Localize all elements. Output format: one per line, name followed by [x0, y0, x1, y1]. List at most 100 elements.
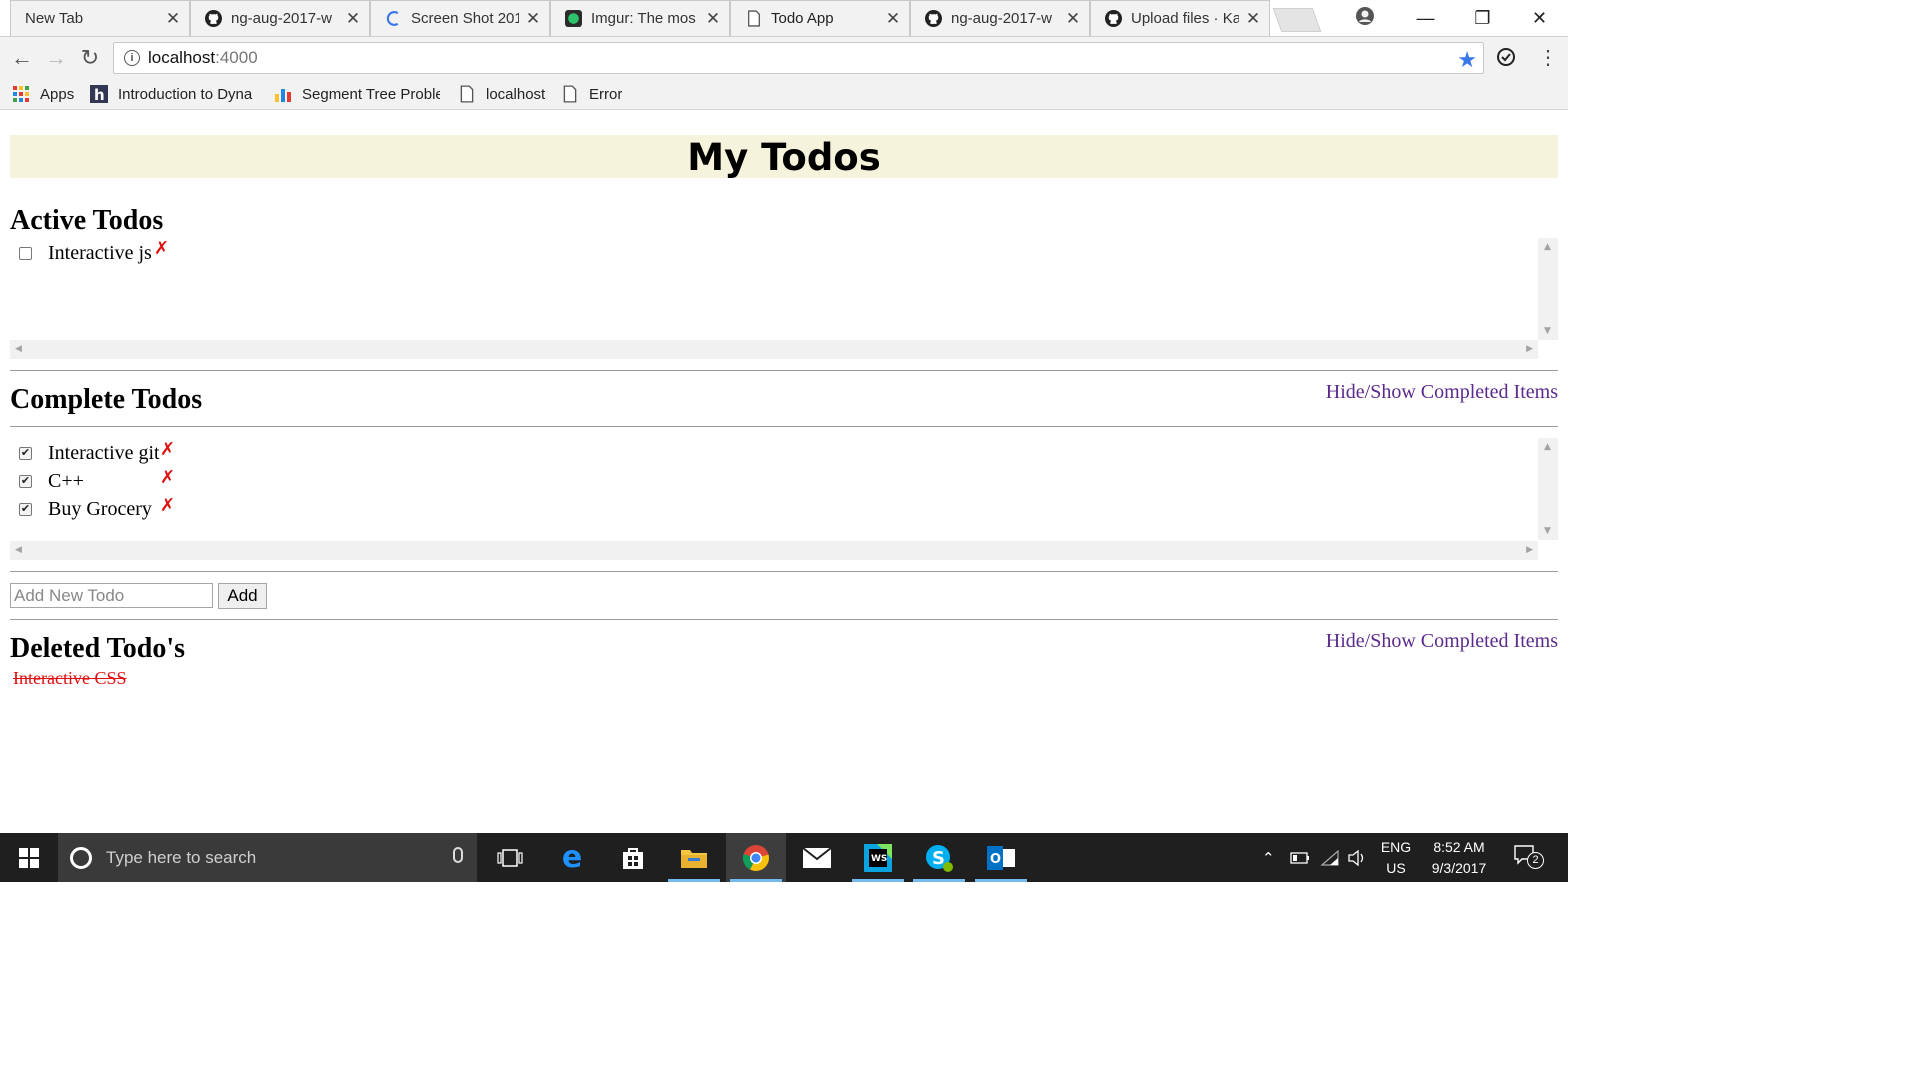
hide-show-deleted-link[interactable]: Hide/Show Completed Items [1326, 630, 1558, 653]
notification-icon[interactable]: 2 [1514, 845, 1544, 869]
windows-logo-icon [19, 847, 39, 868]
start-button[interactable] [0, 833, 58, 882]
back-arrow-icon[interactable]: ← [8, 44, 36, 72]
delete-todo-icon[interactable]: ✗ [160, 467, 175, 488]
active-todos-heading: Active Todos [10, 205, 164, 236]
taskbar-search[interactable]: Type here to search [58, 833, 477, 882]
address-bar[interactable]: i localhost:4000 ★ [113, 42, 1484, 74]
chrome-icon[interactable] [726, 833, 786, 882]
reload-icon[interactable]: ↻ [76, 44, 104, 72]
volume-icon[interactable] [1348, 833, 1368, 882]
input-language[interactable]: ENG US [1378, 837, 1414, 879]
new-tab-button[interactable] [1272, 8, 1322, 32]
todo-checkbox[interactable]: ✔ [19, 502, 32, 516]
close-tab-icon[interactable]: ✕ [1065, 9, 1081, 29]
bookmark-star-icon[interactable]: ★ [1457, 47, 1477, 73]
edge-icon[interactable]: e [542, 833, 602, 882]
list-item: Interactive js [10, 240, 152, 266]
close-tab-icon[interactable]: ✕ [885, 9, 901, 29]
github-icon [1105, 10, 1122, 27]
forward-arrow-icon[interactable]: → [42, 44, 70, 72]
scroll-down-icon[interactable]: ▼ [1544, 526, 1551, 536]
hide-show-completed-link[interactable]: Hide/Show Completed Items [1326, 381, 1558, 404]
minimize-icon[interactable]: — [1397, 8, 1454, 29]
bookmark-segment-tree[interactable]: Segment Tree Proble [274, 82, 440, 106]
svg-text:S: S [932, 848, 945, 869]
scroll-right-icon[interactable]: ▶ [1526, 545, 1533, 555]
active-todos-list[interactable]: Interactive js ✗ ▲ ▼ ◀ ▶ [10, 238, 1558, 360]
windows-taskbar: Type here to search e WS S O ⌃ ENG US 8: [0, 833, 1568, 882]
close-window-icon[interactable]: ✕ [1511, 8, 1568, 29]
store-icon[interactable] [603, 833, 663, 882]
clock-date: 9/3/2017 [1431, 860, 1487, 876]
vertical-scrollbar[interactable]: ▲ ▼ [1538, 438, 1558, 540]
wifi-icon[interactable] [1320, 833, 1340, 882]
microphone-icon[interactable] [453, 847, 463, 863]
bookmark-apps[interactable]: Apps [12, 82, 74, 106]
extension-icon[interactable] [1496, 47, 1516, 67]
todo-checkbox[interactable]: ✔ [19, 474, 32, 488]
skype-icon[interactable]: S [909, 833, 969, 882]
clock-time: 8:52 AM [1433, 839, 1485, 855]
close-tab-icon[interactable]: ✕ [345, 9, 361, 29]
svg-text:WS: WS [871, 854, 887, 864]
tab-github-ng-aug-2[interactable]: ng-aug-2017-w ✕ [910, 0, 1090, 36]
complete-todos-list[interactable]: ✔ Interactive git ✗ ✔ C++ ✗ ✔ Buy Grocer… [10, 438, 1558, 560]
todo-label: Interactive js [48, 241, 152, 264]
new-todo-input[interactable] [10, 583, 213, 608]
scroll-right-icon[interactable]: ▶ [1526, 344, 1533, 354]
show-hidden-icons[interactable]: ⌃ [1262, 833, 1275, 882]
taskbar-clock[interactable]: 8:52 AM 9/3/2017 [1418, 837, 1500, 879]
restore-icon[interactable]: ❐ [1454, 8, 1511, 29]
bookmark-localhost[interactable]: localhost [458, 82, 545, 106]
tab-todo-app[interactable]: Todo App ✕ [730, 0, 910, 36]
close-tab-icon[interactable]: ✕ [165, 9, 181, 29]
bookmark-introduction-to-dyna[interactable]: h Introduction to Dyna [90, 82, 256, 106]
loading-icon [385, 10, 402, 27]
add-todo-button[interactable]: Add [218, 583, 267, 609]
tab-github-ng-aug[interactable]: ng-aug-2017-w ✕ [190, 0, 370, 36]
lang-bottom: US [1386, 860, 1406, 876]
close-tab-icon[interactable]: ✕ [1245, 9, 1261, 29]
page-title: My Todos [10, 135, 1558, 179]
battery-icon[interactable] [1290, 833, 1310, 882]
vertical-scrollbar[interactable]: ▲ ▼ [1538, 238, 1558, 340]
tab-new-tab[interactable]: New Tab ✕ [10, 0, 190, 36]
task-view-icon[interactable] [480, 833, 540, 882]
todo-label: Interactive git [48, 441, 160, 464]
delete-todo-icon[interactable]: ✗ [160, 495, 175, 516]
webstorm-icon[interactable]: WS [848, 833, 908, 882]
scroll-down-icon[interactable]: ▼ [1544, 326, 1551, 336]
tab-upload-files[interactable]: Upload files · Ka ✕ [1090, 0, 1270, 36]
svg-text:O: O [990, 852, 1001, 867]
window-controls: — ❐ ✕ [1397, 0, 1568, 36]
menu-dots-icon[interactable]: ⋮ [1538, 45, 1558, 70]
todo-label: C++ [48, 469, 84, 492]
todo-checkbox[interactable] [19, 246, 32, 260]
file-explorer-icon[interactable] [664, 833, 724, 882]
todo-label: Buy Grocery [48, 497, 152, 520]
lang-top: ENG [1380, 839, 1412, 855]
scroll-up-icon[interactable]: ▲ [1544, 442, 1551, 452]
divider [10, 571, 1558, 572]
tab-title: Todo App [771, 10, 834, 27]
profile-icon[interactable] [1355, 6, 1375, 26]
delete-todo-icon[interactable]: ✗ [160, 439, 175, 460]
bookmark-error[interactable]: Error [561, 82, 622, 106]
tab-screen-shot[interactable]: Screen Shot 201 ✕ [370, 0, 550, 36]
tab-imgur[interactable]: Imgur: The mos ✕ [550, 0, 730, 36]
close-tab-icon[interactable]: ✕ [525, 9, 541, 29]
scroll-left-icon[interactable]: ◀ [15, 545, 22, 555]
close-tab-icon[interactable]: ✕ [705, 9, 721, 29]
info-icon[interactable]: i [124, 50, 140, 66]
outlook-icon[interactable]: O [971, 833, 1031, 882]
horizontal-scrollbar[interactable]: ◀ ▶ [10, 541, 1538, 560]
scroll-up-icon[interactable]: ▲ [1544, 242, 1551, 252]
browser-toolbar: ← → ↻ i localhost:4000 ★ ⋮ [0, 36, 1568, 79]
mail-icon[interactable] [787, 833, 847, 882]
deleted-todo-item: Interactive CSS [13, 668, 127, 688]
delete-todo-icon[interactable]: ✗ [154, 238, 169, 259]
todo-checkbox[interactable]: ✔ [19, 446, 32, 460]
horizontal-scrollbar[interactable]: ◀ ▶ [10, 340, 1538, 359]
scroll-left-icon[interactable]: ◀ [15, 344, 22, 354]
